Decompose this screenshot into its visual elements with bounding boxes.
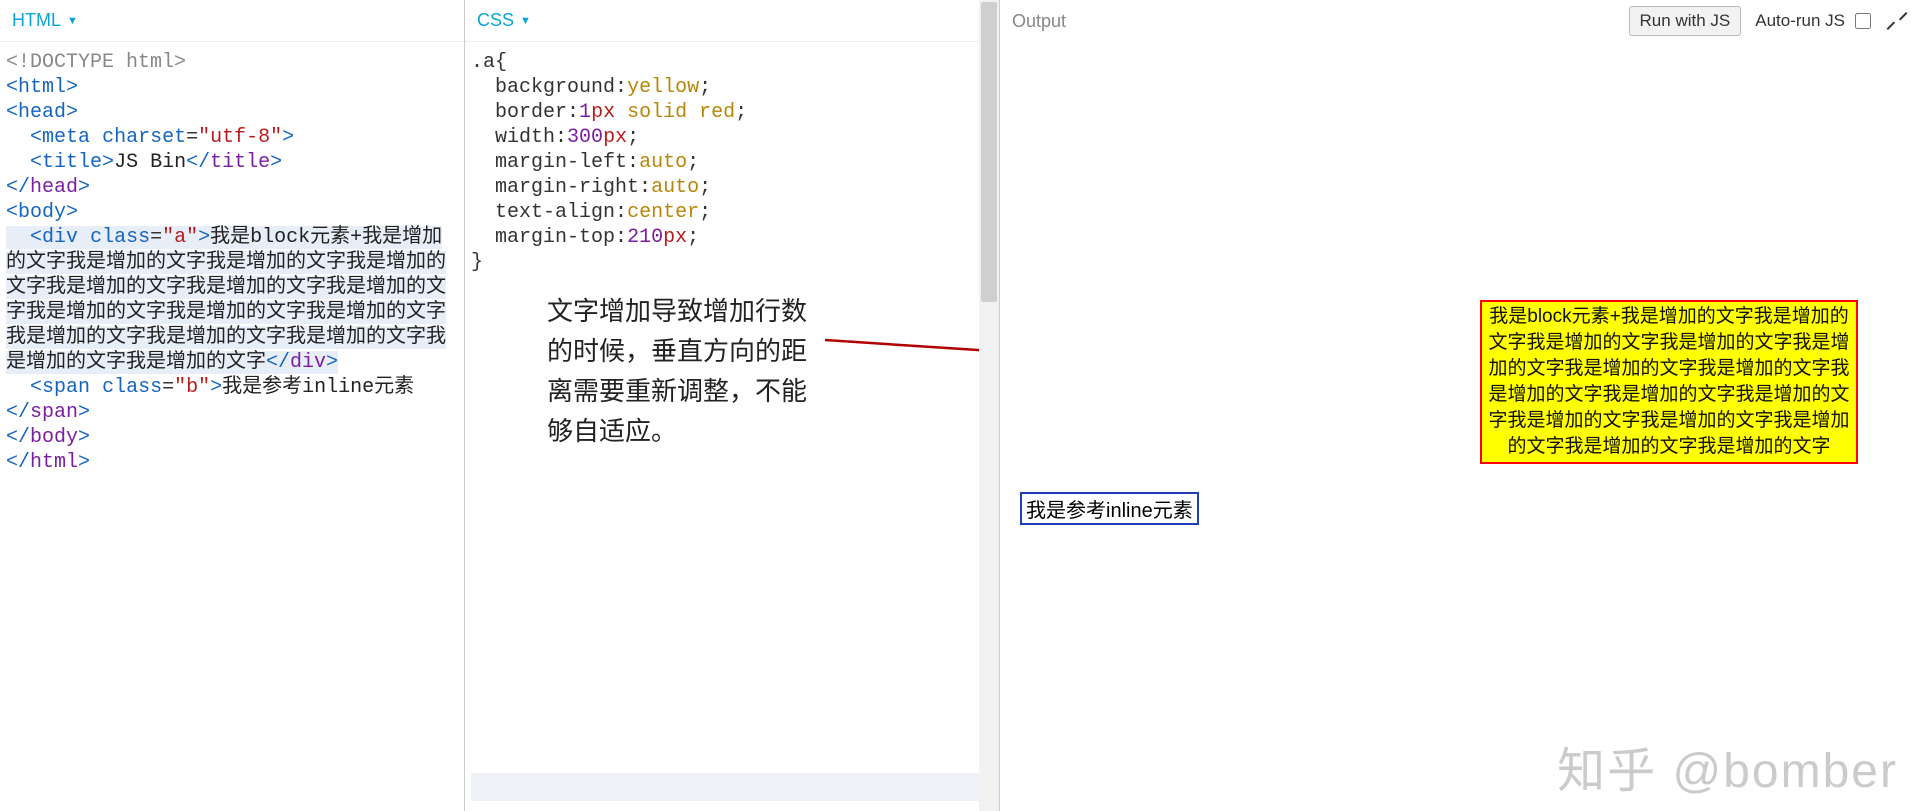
output-panel: Output Run with JS Auto-run JS 我是block元素…	[1000, 0, 1918, 811]
css-panel: CSS ▼ .a{ background:yellow; border:1px …	[465, 0, 1000, 811]
dropdown-caret-icon: ▼	[520, 15, 531, 27]
run-with-js-button[interactable]: Run with JS	[1629, 6, 1742, 36]
output-panel-header: Output Run with JS Auto-run JS	[1000, 0, 1918, 42]
output-tab-label: Output	[1012, 11, 1066, 32]
html-code-editor[interactable]: <!DOCTYPE html> <html> <head> <meta char…	[0, 42, 464, 811]
html-panel: HTML ▼ <!DOCTYPE html> <html> <head> <me…	[0, 0, 465, 811]
vertical-scrollbar[interactable]	[979, 0, 999, 811]
expand-icon[interactable]	[1888, 12, 1906, 30]
output-block-element: 我是block元素+我是增加的文字我是增加的文字我是增加的文字我是增加的文字我是…	[1480, 300, 1858, 464]
html-tab-label: HTML	[12, 10, 61, 31]
autorun-label: Auto-run JS	[1755, 11, 1845, 31]
code-token: <!DOCTYPE html>	[6, 51, 186, 74]
annotation-arrow-icon	[825, 310, 1000, 430]
html-tab[interactable]: HTML ▼	[12, 10, 78, 31]
scrollbar-thumb[interactable]	[981, 2, 997, 302]
autorun-checkbox[interactable]	[1855, 13, 1871, 29]
css-panel-header: CSS ▼	[465, 0, 999, 42]
output-inline-element: 我是参考inline元素	[1020, 492, 1199, 525]
dropdown-caret-icon: ▼	[67, 15, 78, 27]
autorun-toggle[interactable]: Auto-run JS	[1755, 10, 1874, 32]
html-panel-header: HTML ▼	[0, 0, 464, 42]
css-tab[interactable]: CSS ▼	[477, 10, 531, 31]
css-panel-footer-bar	[471, 773, 993, 801]
css-tab-label: CSS	[477, 10, 514, 31]
annotation-text: 文字增加导致增加行数的时候，垂直方向的距离需要重新调整，不能够自适应。	[547, 292, 807, 452]
output-render-area: 我是block元素+我是增加的文字我是增加的文字我是增加的文字我是增加的文字我是…	[1000, 42, 1918, 811]
